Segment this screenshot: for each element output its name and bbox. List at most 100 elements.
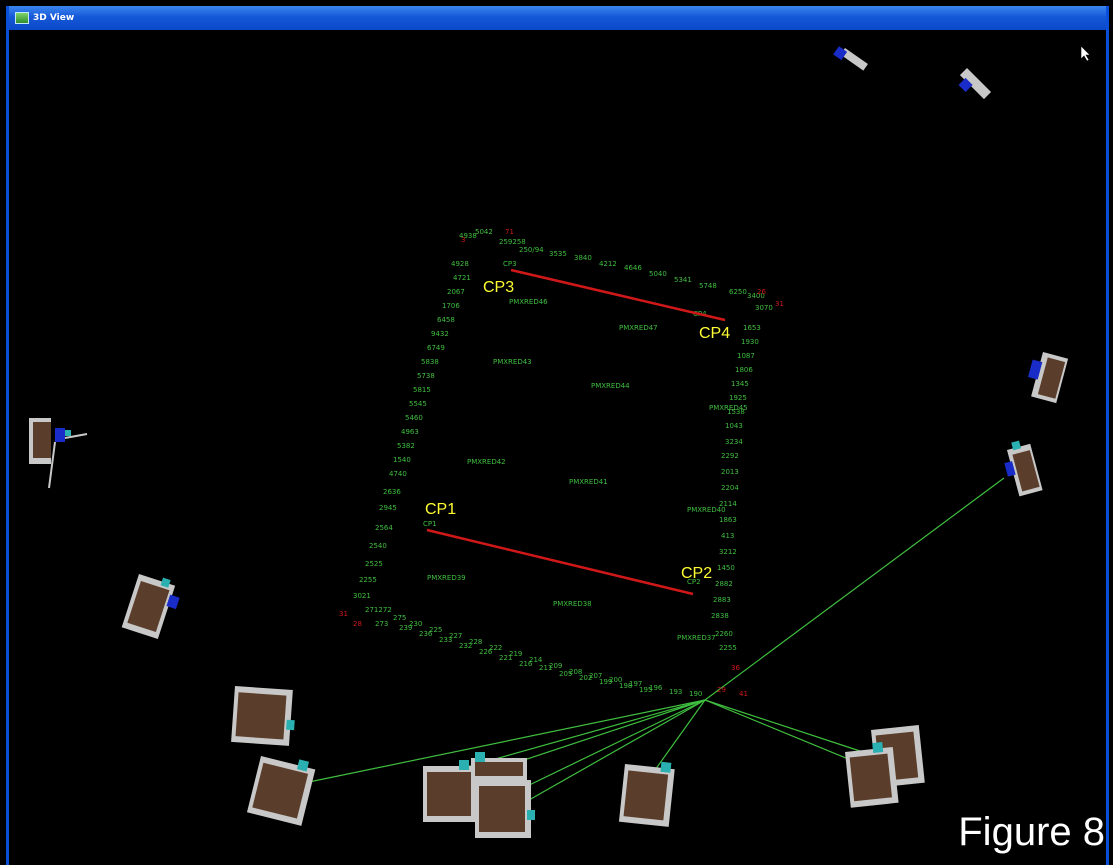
camera-stations (29, 46, 1069, 838)
svg-text:205: 205 (559, 670, 572, 678)
svg-text:202: 202 (579, 674, 592, 682)
svg-text:2945: 2945 (379, 504, 397, 512)
svg-text:5341: 5341 (674, 276, 692, 284)
svg-text:1345: 1345 (731, 380, 749, 388)
camera-station-icon (121, 574, 180, 640)
target-label: PMXRED47 (619, 324, 658, 332)
svg-text:2883: 2883 (713, 596, 731, 604)
figure-caption: Figure 8 (958, 810, 1105, 854)
svg-text:216: 216 (519, 660, 533, 668)
svg-text:29: 29 (717, 686, 726, 694)
target-label: PMXRED43 (493, 358, 532, 366)
svg-text:413: 413 (721, 532, 734, 540)
callout-cp2: CP2 (681, 565, 712, 582)
svg-text:236: 236 (419, 630, 433, 638)
camera-station-icon (833, 46, 868, 71)
svg-text:1806: 1806 (735, 366, 753, 374)
svg-text:1930: 1930 (741, 338, 759, 346)
svg-text:26: 26 (757, 288, 766, 296)
window-title: 3D View (33, 13, 75, 23)
camera-station-icon (475, 780, 535, 838)
camera-station-icon (246, 756, 316, 826)
svg-text:199: 199 (599, 678, 612, 686)
svg-text:2540: 2540 (369, 542, 387, 550)
camera-station-icon (845, 742, 899, 808)
scale-bar-cp3-cp4 (510, 268, 726, 322)
svg-text:5838: 5838 (421, 358, 439, 366)
svg-text:6749: 6749 (427, 344, 445, 352)
svg-text:3234: 3234 (725, 438, 743, 446)
svg-text:6458: 6458 (437, 316, 455, 324)
svg-text:3212: 3212 (719, 548, 737, 556)
svg-text:4721: 4721 (453, 274, 471, 282)
svg-text:3: 3 (461, 236, 465, 244)
svg-text:5460: 5460 (405, 414, 423, 422)
app-3d-view-icon (15, 12, 29, 24)
svg-text:221: 221 (499, 654, 512, 662)
callout-cp1: CP1 (425, 501, 456, 518)
svg-text:5738: 5738 (417, 372, 435, 380)
3d-view-window: 3D View 4938 5042 259258 250/94 3535 3840 (6, 6, 1109, 865)
svg-text:4740: 4740 (389, 470, 407, 478)
camera-station-icon (618, 761, 675, 827)
target-label: PMXRED42 (467, 458, 506, 466)
svg-text:5040: 5040 (649, 270, 667, 278)
target-label: PMXRED40 (687, 506, 726, 514)
svg-text:1540: 1540 (393, 456, 411, 464)
svg-text:36: 36 (731, 664, 740, 672)
scale-bar-cp1-cp2 (426, 528, 694, 596)
svg-text:28: 28 (353, 620, 362, 628)
svg-text:259258: 259258 (499, 238, 526, 246)
target-label: PMXRED45 (709, 404, 748, 412)
svg-text:3840: 3840 (574, 254, 592, 262)
svg-text:5382: 5382 (397, 442, 415, 450)
svg-text:226: 226 (479, 648, 493, 656)
svg-text:2838: 2838 (711, 612, 729, 620)
svg-text:275: 275 (393, 614, 406, 622)
title-bar[interactable]: 3D View (9, 6, 1106, 30)
camera-station-icon (1004, 440, 1043, 497)
point-cloud-canvas[interactable]: 49385042259258 250/94 3535 3840 4212 464650… (9, 30, 1106, 865)
svg-text:4963: 4963 (401, 428, 419, 436)
svg-text:195: 195 (639, 686, 652, 694)
svg-text:2013: 2013 (721, 468, 739, 476)
svg-text:1087: 1087 (737, 352, 755, 360)
camera-station-icon (471, 752, 527, 780)
camera-station-icon (29, 418, 88, 489)
svg-text:1706: 1706 (442, 302, 460, 310)
svg-text:4646: 4646 (624, 264, 642, 272)
3d-viewport[interactable]: 4938 5042 259258 250/94 3535 3840 4212 4646 50… (9, 30, 1106, 865)
svg-text:3535: 3535 (549, 250, 567, 258)
target-label: PMXRED41 (569, 478, 608, 486)
callout-cp4: CP4 (699, 325, 730, 342)
svg-text:2204: 2204 (721, 484, 739, 492)
svg-text:1450: 1450 (717, 564, 735, 572)
svg-text:CP1: CP1 (423, 520, 437, 528)
svg-text:9432: 9432 (431, 330, 449, 338)
svg-text:3070: 3070 (755, 304, 773, 312)
svg-text:233: 233 (439, 636, 452, 644)
svg-text:2564: 2564 (375, 524, 393, 532)
svg-text:31: 31 (339, 610, 348, 618)
svg-text:198: 198 (619, 682, 632, 690)
target-label: PMXRED38 (553, 600, 592, 608)
callout-cp3: CP3 (483, 279, 514, 296)
svg-text:239: 239 (399, 624, 412, 632)
target-label: PMXRED44 (591, 382, 630, 390)
svg-text:41: 41 (739, 690, 748, 698)
svg-text:2255: 2255 (359, 576, 377, 584)
svg-text:6250: 6250 (729, 288, 747, 296)
svg-text:4212: 4212 (599, 260, 617, 268)
coded-targets: PMXRED46 PMXRED47 PMXRED43 PMXRED44 PMXR… (427, 298, 748, 642)
svg-text:2882: 2882 (715, 580, 733, 588)
svg-text:1043: 1043 (725, 422, 743, 430)
svg-text:71: 71 (505, 228, 514, 236)
svg-text:250/94: 250/94 (519, 246, 544, 254)
svg-text:193: 193 (669, 688, 682, 696)
target-label: PMXRED37 (677, 634, 716, 642)
svg-text:2260: 2260 (715, 630, 733, 638)
svg-text:273: 273 (375, 620, 388, 628)
svg-text:31: 31 (775, 300, 784, 308)
svg-text:190: 190 (689, 690, 702, 698)
svg-text:2525: 2525 (365, 560, 383, 568)
